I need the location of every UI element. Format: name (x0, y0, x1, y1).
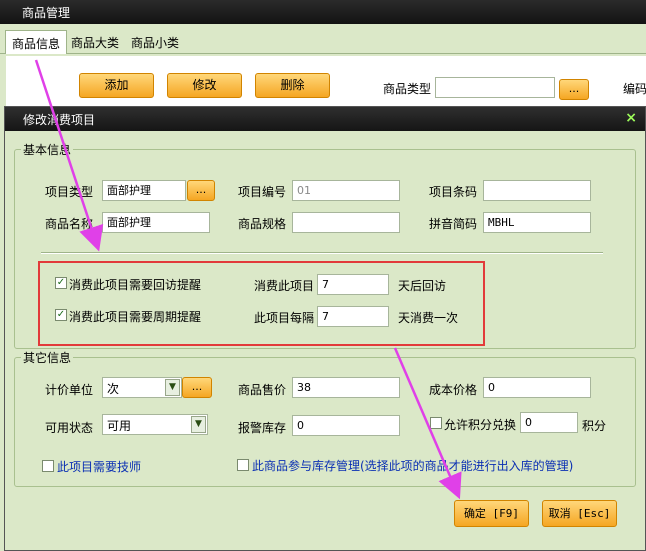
cancel-button[interactable]: 取消 [Esc] (542, 500, 617, 527)
tab-product-subcategory[interactable]: 商品小类 (125, 30, 185, 54)
dialog-title: 修改消费项目 (23, 113, 96, 127)
points-unit-label: 积分 (582, 419, 607, 433)
cost-label: 成本价格 (429, 383, 478, 397)
unit-select[interactable]: 次 ▼ (102, 377, 182, 398)
outer-window-title: 商品管理 (0, 0, 646, 24)
pinyin-input[interactable]: MBHL (483, 212, 591, 233)
status-label: 可用状态 (45, 421, 94, 435)
delete-button[interactable]: 删除 (255, 73, 330, 98)
item-type-input[interactable]: 面部护理 (102, 180, 186, 201)
item-code-input[interactable]: 01 (292, 180, 400, 201)
chevron-down-icon[interactable]: ▼ (165, 379, 180, 396)
unit-select-value: 次 (107, 382, 120, 396)
status-select-value: 可用 (107, 419, 132, 433)
product-spec-label: 商品规格 (238, 217, 287, 231)
product-type-browse-button[interactable]: ... (559, 79, 589, 100)
points-exchange-checkbox[interactable] (430, 417, 442, 429)
close-icon[interactable]: × (625, 110, 637, 126)
status-select[interactable]: 可用 ▼ (102, 414, 208, 435)
dialog-title-bar: 修改消费项目 × (5, 107, 645, 131)
alarm-stock-label: 报警库存 (238, 421, 287, 435)
add-button[interactable]: 添加 (79, 73, 154, 98)
item-type-label: 项目类型 (45, 185, 94, 199)
product-type-input[interactable] (435, 77, 555, 98)
divider (41, 252, 603, 254)
stock-management-checkbox[interactable] (237, 459, 249, 471)
product-name-input[interactable]: 面部护理 (102, 212, 210, 233)
reminder-highlight-box (38, 261, 485, 346)
outer-tab-bar: 商品信息 商品大类 商品小类 (0, 24, 646, 54)
product-spec-input[interactable] (292, 212, 400, 233)
tab-product-category[interactable]: 商品大类 (65, 30, 125, 54)
basic-info-title: 基本信息 (21, 141, 74, 158)
requires-technician-label: 此项目需要技师 (57, 460, 142, 474)
unit-label: 计价单位 (45, 383, 94, 397)
price-label: 商品售价 (238, 383, 287, 397)
product-name-label: 商品名称 (45, 217, 94, 231)
unit-browse-button[interactable]: ... (182, 377, 212, 398)
pinyin-label: 拼音简码 (429, 217, 478, 231)
edit-button[interactable]: 修改 (167, 73, 242, 98)
alarm-stock-input[interactable]: 0 (292, 415, 400, 436)
outer-toolbar: 添加 修改 删除 商品类型 ... 编码 (6, 56, 646, 106)
item-type-browse-button[interactable]: ... (187, 180, 215, 201)
price-input[interactable]: 38 (292, 377, 400, 398)
barcode-input[interactable] (483, 180, 591, 201)
stock-management-label: 此商品参与库存管理(选择此项的商品才能进行出入库的管理) (252, 459, 574, 473)
requires-technician-checkbox[interactable] (42, 460, 54, 472)
item-code-label: 项目编号 (238, 185, 287, 199)
cost-input[interactable]: 0 (483, 377, 591, 398)
tab-product-info[interactable]: 商品信息 (5, 30, 68, 54)
points-exchange-label: 允许积分兑换 (444, 418, 517, 432)
product-type-label: 商品类型 (383, 82, 432, 96)
points-input[interactable]: 0 (520, 412, 578, 433)
code-label: 编码 (623, 82, 646, 96)
confirm-button[interactable]: 确定 [F9] (454, 500, 529, 527)
chevron-down-icon[interactable]: ▼ (191, 416, 206, 433)
other-info-title: 其它信息 (21, 349, 74, 366)
barcode-label: 项目条码 (429, 185, 478, 199)
